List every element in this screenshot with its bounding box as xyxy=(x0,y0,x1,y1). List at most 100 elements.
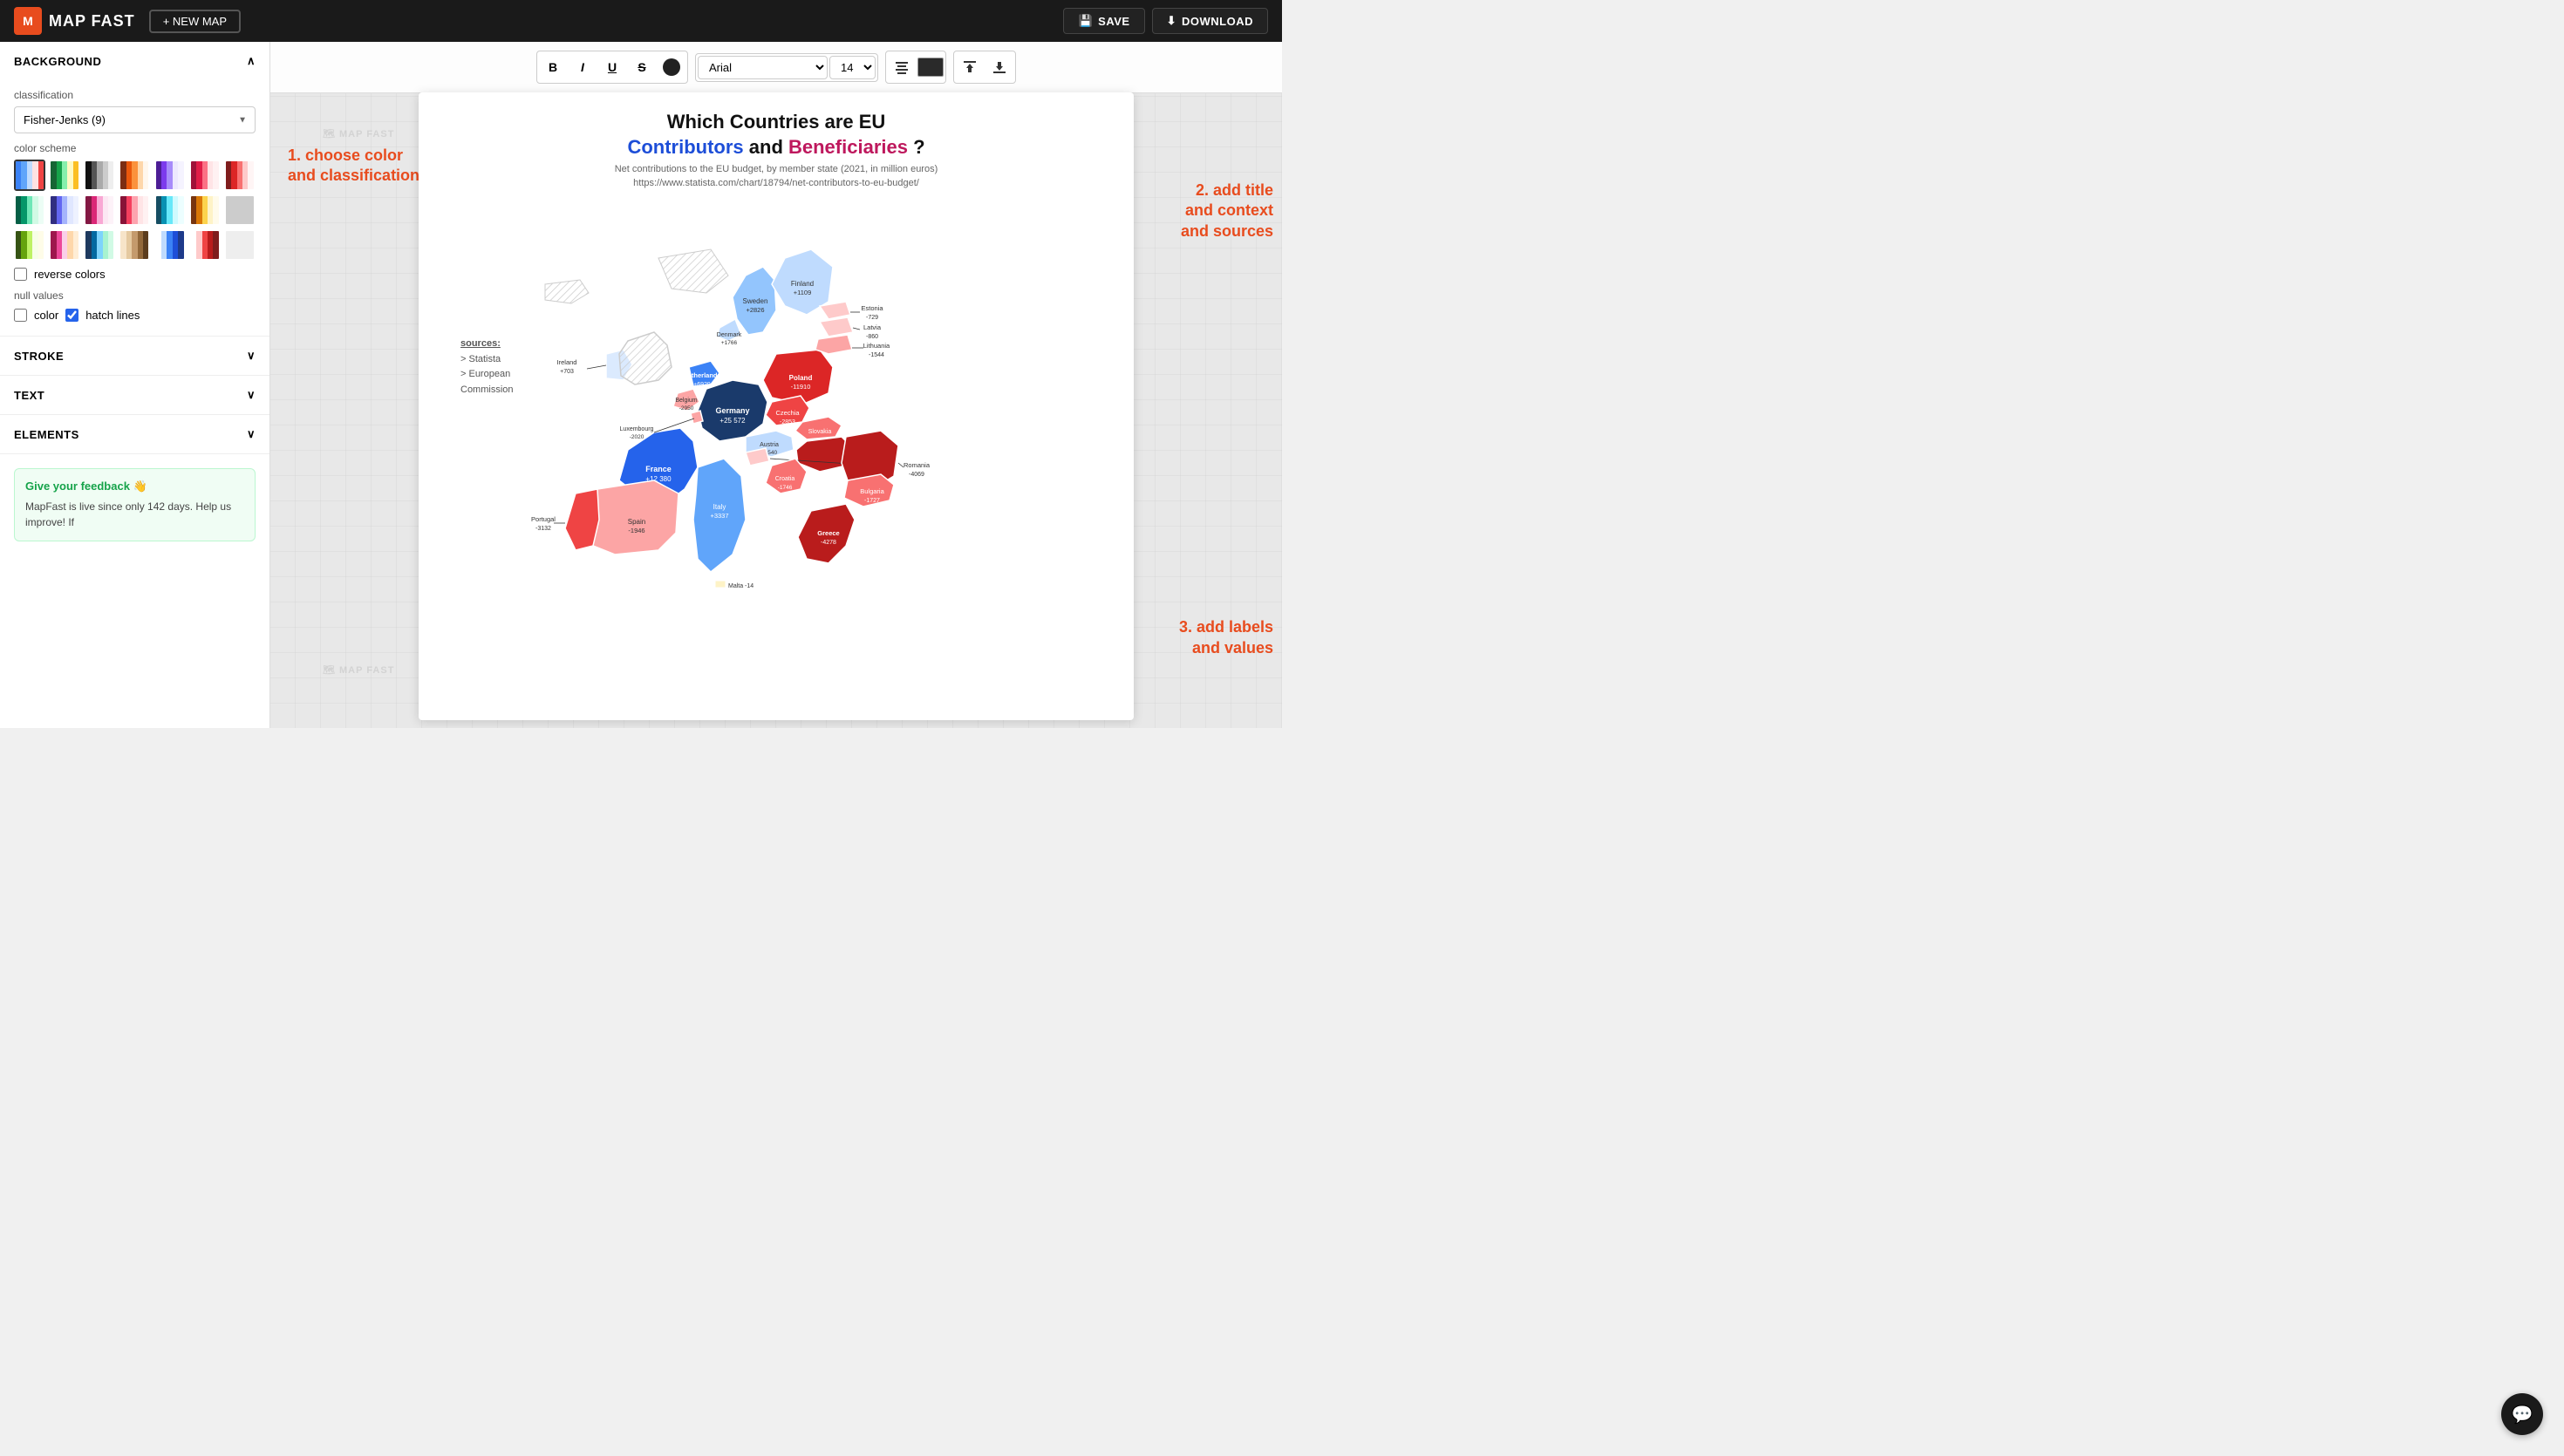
latvia-path xyxy=(820,317,853,337)
text-section: TEXT ∨ xyxy=(0,376,269,415)
reverse-colors-label: reverse colors xyxy=(34,268,106,281)
chat-button[interactable]: 💬 xyxy=(2501,1393,2543,1435)
valign-top-button[interactable] xyxy=(956,53,984,81)
watermark-5: 🗺 MAP FAST xyxy=(323,664,394,676)
null-color-checkbox[interactable] xyxy=(14,309,27,322)
color-swatch-orange[interactable] xyxy=(119,160,150,191)
norway-path xyxy=(658,249,728,293)
null-hatch-checkbox[interactable] xyxy=(65,309,78,322)
romania-label: Romania xyxy=(904,461,931,469)
text-format-group: B I U S xyxy=(536,51,688,84)
sources-title: sources: xyxy=(460,337,514,352)
france-label: France xyxy=(645,465,672,473)
iceland-path xyxy=(545,280,589,303)
null-values-label: null values xyxy=(14,289,256,302)
reverse-colors-row: reverse colors xyxy=(14,268,256,281)
fill-color-rect[interactable] xyxy=(917,58,944,77)
header-left: M MAP FAST + NEW MAP xyxy=(14,7,241,35)
portugal-label: Portugal xyxy=(531,515,556,523)
new-map-button[interactable]: + NEW MAP xyxy=(149,10,241,33)
bold-button[interactable]: B xyxy=(539,53,567,81)
luxembourg-value: -2020 xyxy=(630,434,644,440)
feedback-box: Give your feedback 👋 MapFast is live sin… xyxy=(14,468,256,541)
sources-box: sources: > Statista > European Commissio… xyxy=(460,337,514,398)
stroke-section: STROKE ∨ xyxy=(0,337,269,376)
stroke-section-header[interactable]: STROKE ∨ xyxy=(0,337,269,375)
poland-value: -11910 xyxy=(791,383,811,391)
valign-bottom-icon xyxy=(992,60,1006,74)
austria-label: Austria xyxy=(760,442,779,448)
text-label: TEXT xyxy=(14,389,44,402)
background-collapse-icon: ∧ xyxy=(247,54,256,68)
belgium-value: -2950 xyxy=(679,405,694,412)
color-scheme-grid xyxy=(14,160,256,261)
font-family-select[interactable]: Arial Georgia Times New Roman xyxy=(698,56,828,79)
elements-section-header[interactable]: ELEMENTS ∨ xyxy=(0,415,269,453)
italic-button[interactable]: I xyxy=(569,53,597,81)
header: M MAP FAST + NEW MAP 💾 SAVE ⬇ DOWNLOAD xyxy=(0,0,1282,42)
valign-bottom-button[interactable] xyxy=(985,53,1013,81)
color-swatch-whiteblue[interactable] xyxy=(154,229,186,261)
greece-label: Greece xyxy=(817,529,839,537)
color-button[interactable] xyxy=(658,53,685,81)
text-section-header[interactable]: TEXT ∨ xyxy=(0,376,269,414)
source-european: > European xyxy=(460,367,514,383)
logo-text: MAP FAST xyxy=(49,12,135,31)
watermark-1: 🗺 MAP FAST xyxy=(323,128,394,139)
logo-icon: M xyxy=(14,7,42,35)
sweden-value: +2826 xyxy=(746,306,764,314)
color-swatch-purple[interactable] xyxy=(154,160,186,191)
align-group xyxy=(885,51,946,84)
uk-path xyxy=(619,332,672,384)
color-swatch-salmon[interactable] xyxy=(189,160,221,191)
color-swatch-pink[interactable] xyxy=(84,194,115,226)
color-swatch-yellowgreen[interactable] xyxy=(14,229,45,261)
color-swatch-bluegreen[interactable] xyxy=(84,229,115,261)
color-swatch-teal[interactable] xyxy=(14,194,45,226)
main-layout: BACKGROUND ∧ classification Fisher-Jenks… xyxy=(0,42,1282,728)
text-expand-icon: ∨ xyxy=(247,388,256,402)
map-title: Which Countries are EU Contributors and … xyxy=(445,110,1108,160)
color-swatch-green[interactable] xyxy=(49,160,80,191)
color-swatch-placeholder2[interactable] xyxy=(224,229,256,261)
color-swatch-rose[interactable] xyxy=(119,194,150,226)
color-swatch-whitered[interactable] xyxy=(189,229,221,261)
color-swatch-gray[interactable] xyxy=(84,160,115,191)
null-values-row: color hatch lines xyxy=(14,309,256,322)
font-size-select[interactable]: 14 12 16 18 xyxy=(829,56,876,79)
finland-label: Finland xyxy=(791,280,814,288)
bulgaria-value: -1727 xyxy=(864,498,880,504)
color-swatch-lavender[interactable] xyxy=(49,194,80,226)
elements-section: ELEMENTS ∨ xyxy=(0,415,269,454)
color-swatch-warmgray[interactable] xyxy=(119,229,150,261)
color-swatch-blue-red[interactable] xyxy=(14,160,45,191)
color-swatch-placeholder[interactable] xyxy=(224,194,256,226)
background-label: BACKGROUND xyxy=(14,55,101,68)
color-scheme-label: color scheme xyxy=(14,142,256,154)
feedback-text: MapFast is live since only 142 days. Hel… xyxy=(25,499,244,530)
download-button[interactable]: ⬇ DOWNLOAD xyxy=(1152,8,1268,34)
strikethrough-button[interactable]: S xyxy=(628,53,656,81)
align-button[interactable] xyxy=(888,53,916,81)
lithuania-path xyxy=(815,335,852,354)
germany-value: +25 572 xyxy=(719,417,746,425)
null-hatch-label: hatch lines xyxy=(85,309,140,322)
map-title-part1: Which Countries are EU xyxy=(667,111,886,133)
color-swatch-cyan[interactable] xyxy=(154,194,186,226)
classification-select[interactable]: Fisher-Jenks (9) Equal Interval (9) Quan… xyxy=(14,106,256,133)
background-section: BACKGROUND ∧ classification Fisher-Jenks… xyxy=(0,42,269,337)
color-swatch-red-solid[interactable] xyxy=(224,160,256,191)
header-right: 💾 SAVE ⬇ DOWNLOAD xyxy=(1063,8,1268,34)
underline-button[interactable]: U xyxy=(598,53,626,81)
logo: M MAP FAST xyxy=(14,7,135,35)
color-swatch-pinkorange[interactable] xyxy=(49,229,80,261)
color-swatch-gold[interactable] xyxy=(189,194,221,226)
reverse-colors-checkbox[interactable] xyxy=(14,268,27,281)
netherlands-label: Netherlands xyxy=(683,371,720,379)
denmark-label: Denmark xyxy=(717,332,742,338)
germany-label: Germany xyxy=(715,406,749,415)
save-button[interactable]: 💾 SAVE xyxy=(1063,8,1144,34)
spain-value: -1946 xyxy=(628,527,644,534)
source-statista: > Statista xyxy=(460,352,514,368)
background-section-header[interactable]: BACKGROUND ∧ xyxy=(0,42,269,80)
